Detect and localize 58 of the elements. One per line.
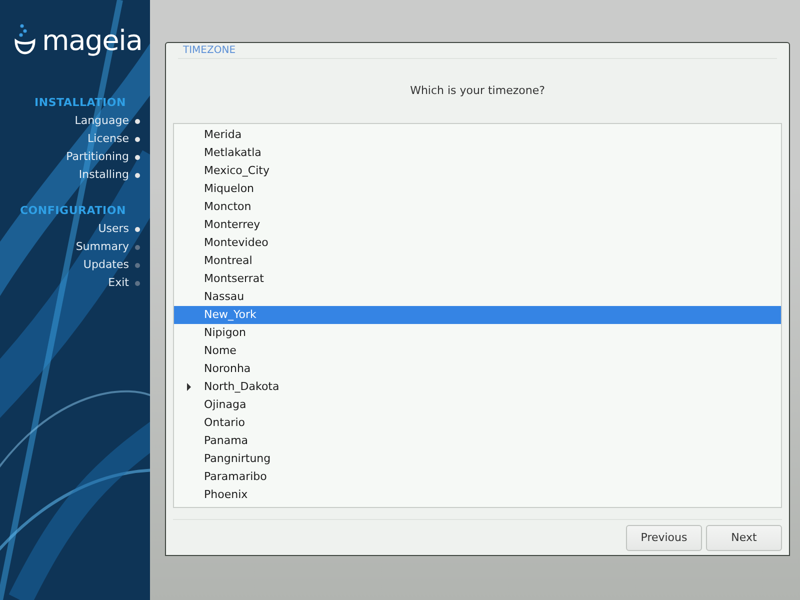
timezone-row[interactable]: Nome [174,342,781,360]
timezone-row[interactable]: Montserrat [174,270,781,288]
timezone-row[interactable]: Monterrey [174,216,781,234]
timezone-row[interactable]: Montreal [174,252,781,270]
timezone-label: Paramaribo [204,468,267,485]
timezone-row[interactable]: Moncton [174,198,781,216]
timezone-label: Nome [204,342,236,359]
timezone-row[interactable]: North_Dakota [174,378,781,396]
step-label: License [88,130,129,147]
timezone-row[interactable]: Pangnirtung [174,450,781,468]
question-text: Which is your timezone? [410,82,545,99]
section-title: CONFIGURATION [20,203,126,219]
timezone-row[interactable]: Ontario [174,414,781,432]
step-label: Partitioning [66,148,129,165]
step-label: Updates [83,256,129,273]
timezone-label: Metlakatla [204,144,262,161]
timezone-label: Mexico_City [204,162,270,179]
timezone-label: Montserrat [204,270,264,287]
timezone-label: New_York [204,306,256,323]
timezone-label: Montevideo [204,234,268,251]
timezone-row[interactable]: Metlakatla [174,144,781,162]
logo-text: mageia [42,27,142,55]
timezone-label: Ojinaga [204,396,246,413]
timezone-row[interactable]: Panama [174,432,781,450]
step-label: Language [74,112,129,129]
timezone-row[interactable]: Phoenix [174,486,781,504]
timezone-label: Monterrey [204,216,260,233]
dialog-title: TIMEZONE [183,44,236,58]
timezone-row[interactable]: Montevideo [174,234,781,252]
section-title: INSTALLATION [34,95,126,111]
next-button[interactable]: Next [706,525,782,551]
timezone-label: Nipigon [204,324,246,341]
timezone-row[interactable]: Nipigon [174,324,781,342]
timezone-label: Miquelon [204,180,254,197]
timezone-row[interactable]: Paramaribo [174,468,781,486]
timezone-label: Merida [204,126,242,143]
timezone-label: Ontario [204,414,245,431]
step-label: Users [98,220,129,237]
timezone-row[interactable]: Mexico_City [174,162,781,180]
timezone-label: Moncton [204,198,252,215]
timezone-row[interactable]: New_York [174,306,781,324]
previous-button[interactable]: Previous [626,525,702,551]
step-label: Summary [76,238,129,255]
timezone-label: Panama [204,432,248,449]
timezone-row[interactable]: Noronha [174,360,781,378]
caret-right-icon[interactable] [186,383,192,391]
step-label: Exit [108,274,129,291]
timezone-label: North_Dakota [204,378,280,395]
timezone-row[interactable]: Ojinaga [174,396,781,414]
step-label: Installing [78,166,129,183]
timezone-row[interactable]: Miquelon [174,180,781,198]
timezone-row[interactable]: Merida [174,126,781,144]
timezone-label: Phoenix [204,486,248,503]
timezone-label: Montreal [204,252,252,269]
timezone-label: Nassau [204,288,244,305]
timezone-label: Noronha [204,360,251,377]
timezone-label: Pangnirtung [204,450,271,467]
timezone-row[interactable]: Nassau [174,288,781,306]
